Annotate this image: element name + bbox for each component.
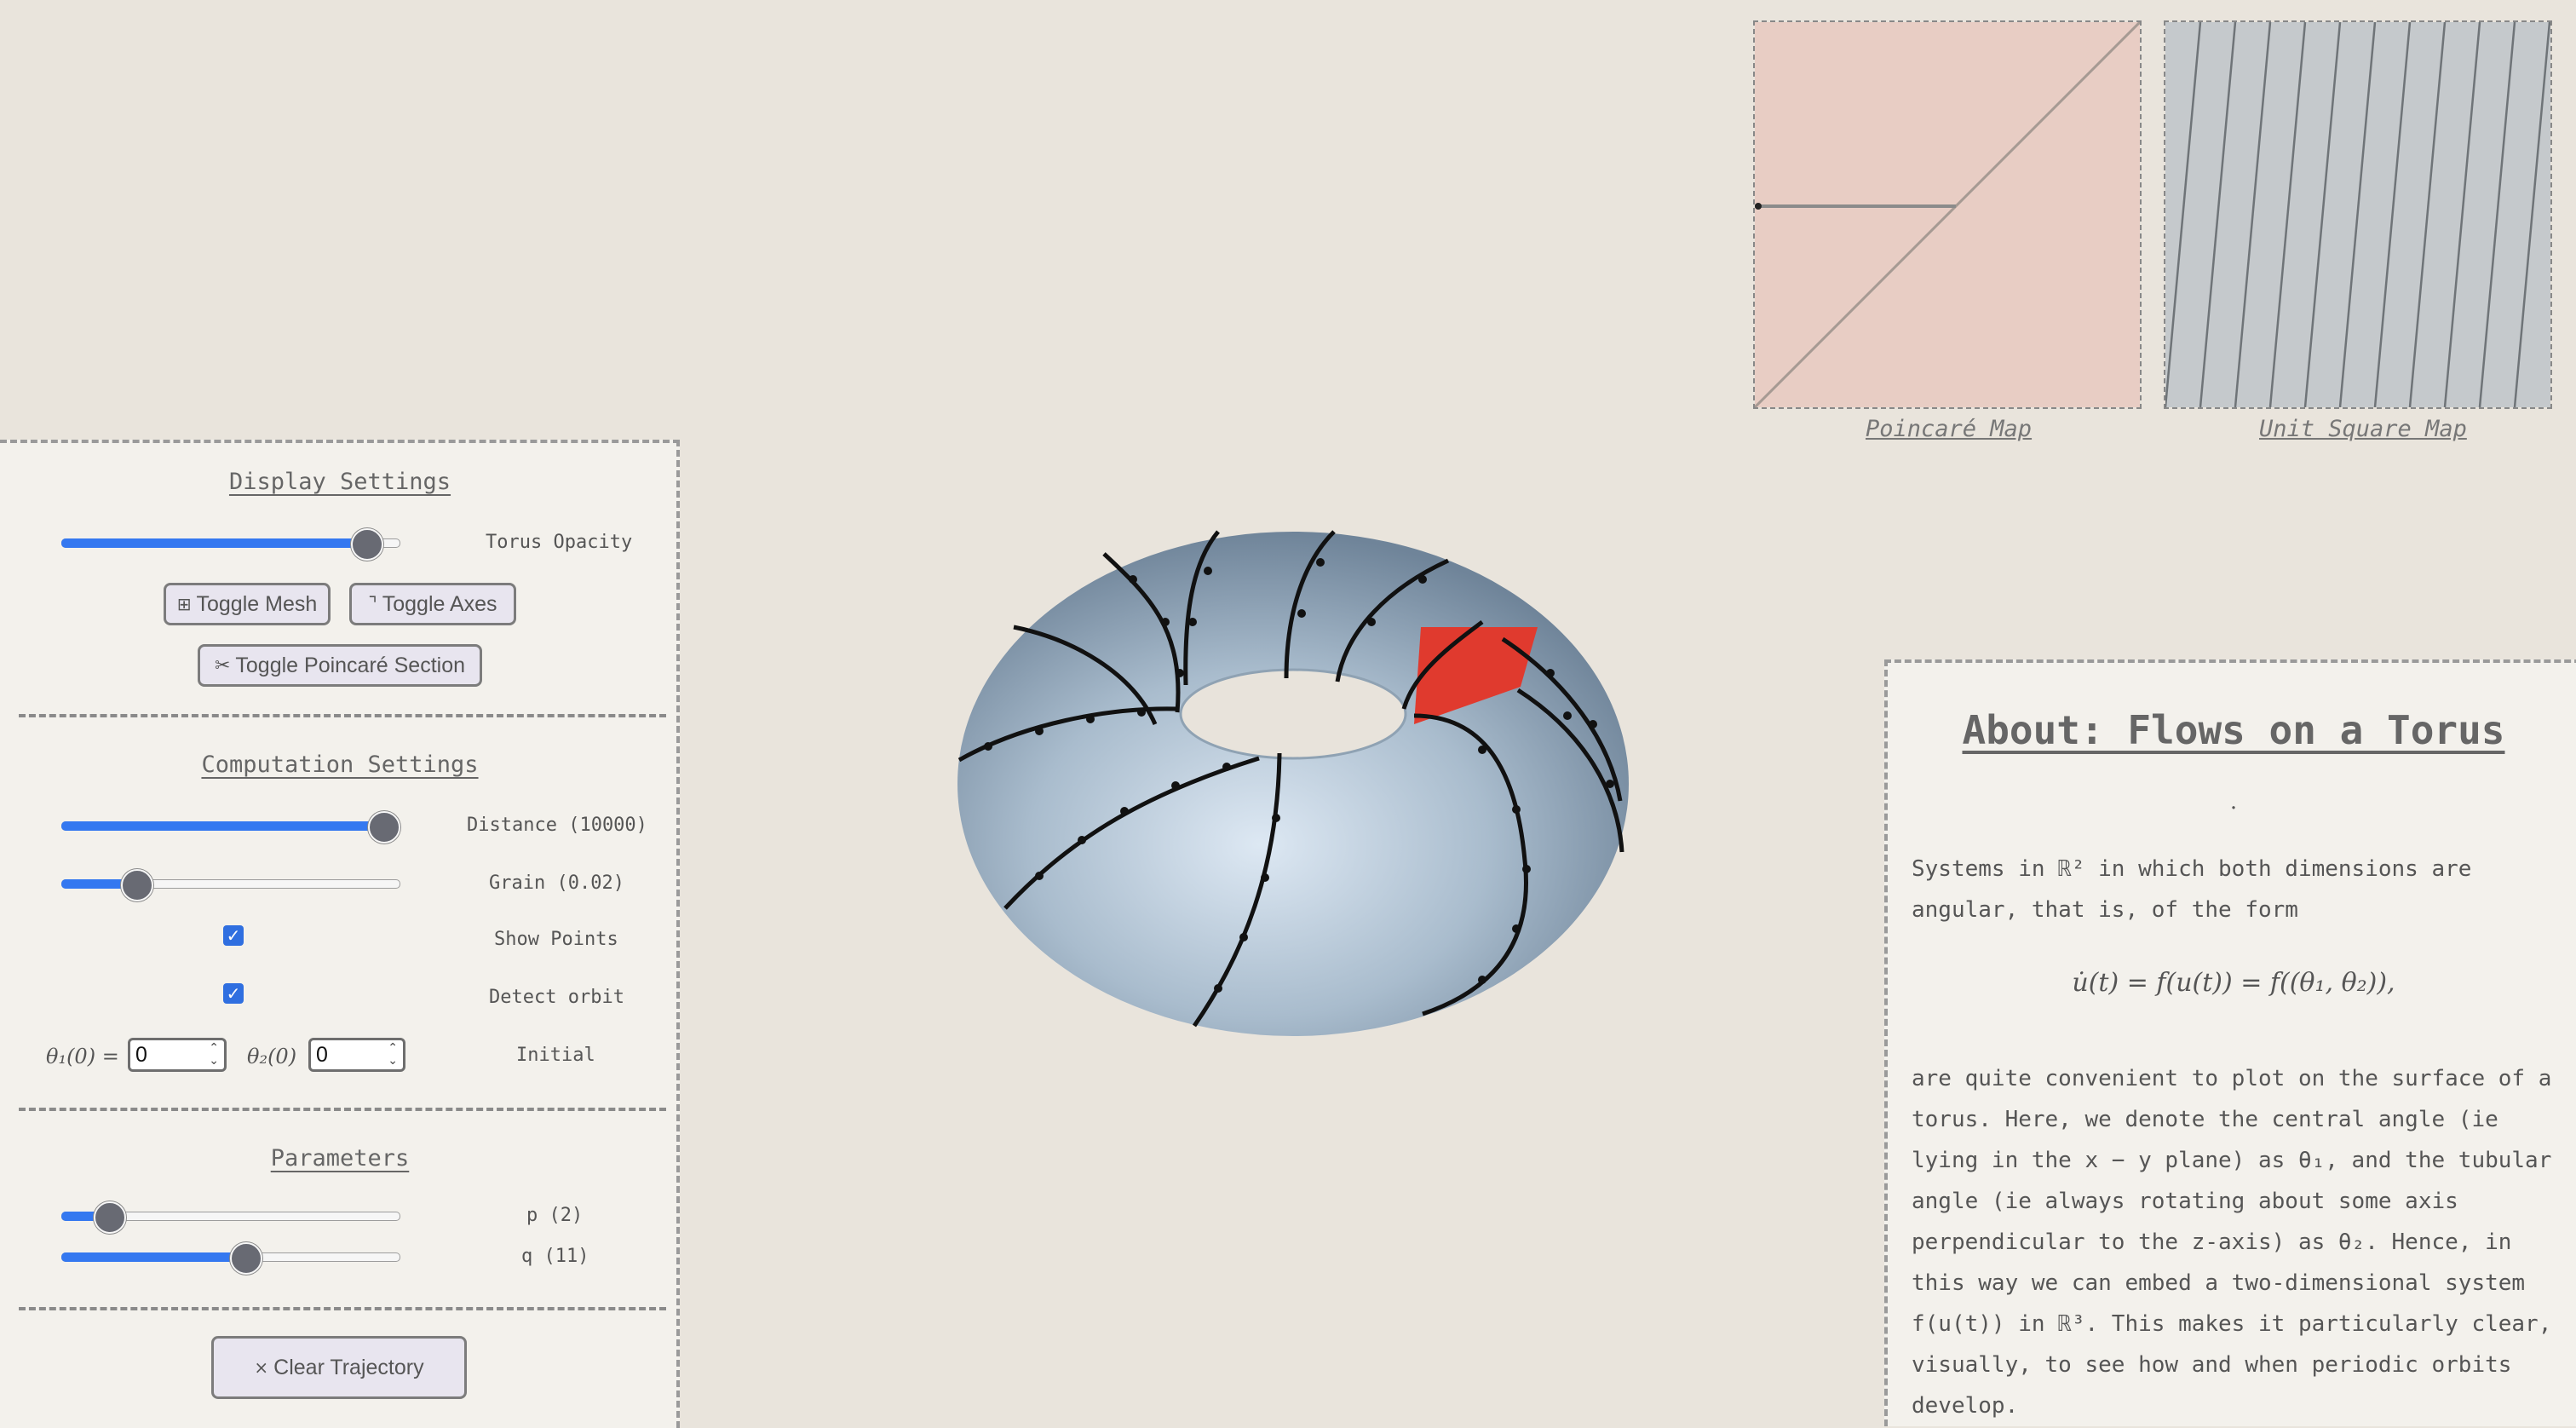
about-panel: About: Flows on a Torus . Systems in ℝ² … [1884, 659, 2576, 1426]
grain-label: Grain (0.02) [489, 872, 624, 894]
computation-settings-title: Computation Settings [201, 751, 479, 778]
control-panel: Display Settings Torus Opacity ⊞ Toggle … [0, 440, 680, 1428]
theta1-label: θ₁(0) = [46, 1045, 119, 1068]
torus-hole [1179, 668, 1407, 760]
distance-label: Distance (10000) [467, 815, 647, 836]
about-paragraph-1: Systems in ℝ² in which both dimensions a… [1912, 856, 2472, 923]
grain-slider[interactable] [61, 869, 400, 901]
poincare-map-caption: Poincaré Map [1866, 416, 2033, 442]
parameters-title: Parameters [270, 1145, 410, 1172]
distance-slider[interactable] [61, 811, 400, 844]
about-paragraph-2: are quite convenient to plot on the surf… [1912, 1066, 2552, 1419]
scissors-icon: ✂ [214, 654, 231, 677]
theta1-stepper-icon[interactable]: ⌃ ⌄ [209, 1042, 219, 1068]
unit-square-map-caption: Unit Square Map [2259, 416, 2467, 442]
theta2-input[interactable]: 0 ⌃ ⌄ [308, 1038, 405, 1072]
show-points-checkbox[interactable]: ✓ [223, 925, 244, 946]
theta1-input[interactable]: 0 ⌃ ⌄ [128, 1038, 227, 1072]
toggle-mesh-button[interactable]: ⊞ Toggle Mesh [164, 583, 331, 625]
about-title: About: Flows on a Torus [1962, 707, 2505, 753]
initial-label: Initial [516, 1045, 595, 1066]
about-dot: . [2229, 789, 2238, 815]
section-divider [19, 1108, 666, 1111]
clear-trajectory-button[interactable]: × Clear Trajectory [211, 1336, 467, 1399]
toggle-poincare-section-button[interactable]: ✂ Toggle Poincaré Section [198, 644, 482, 687]
torus-viewport[interactable] [937, 511, 1653, 1057]
q-slider[interactable] [61, 1242, 400, 1275]
close-icon: × [254, 1357, 269, 1378]
p-slider[interactable] [61, 1201, 400, 1234]
theta2-label: θ₂(0) [247, 1045, 297, 1068]
poincare-map [1753, 20, 2142, 409]
display-settings-title: Display Settings [228, 469, 451, 495]
unit-square-map [2164, 20, 2552, 409]
theta2-stepper-icon[interactable]: ⌃ ⌄ [388, 1042, 398, 1068]
section-divider [19, 714, 666, 717]
detect-orbit-checkbox[interactable]: ✓ [223, 983, 244, 1004]
p-label: p (2) [526, 1205, 584, 1226]
torus-opacity-label: Torus Opacity [486, 532, 633, 553]
axes-icon: ⌝ [368, 593, 377, 615]
about-equation: u̇(t) = f(u(t)) = f((θ₁, θ₂)), [2072, 968, 2395, 998]
section-divider [19, 1307, 666, 1310]
unit-square-plot [2165, 22, 2550, 407]
show-points-label: Show Points [494, 929, 618, 950]
detect-orbit-label: Detect orbit [489, 987, 624, 1008]
q-label: q (11) [521, 1246, 589, 1267]
poincare-plot [1755, 22, 2140, 407]
grid-icon: ⊞ [176, 594, 192, 614]
toggle-axes-button[interactable]: ⌝ Toggle Axes [349, 583, 516, 625]
torus-opacity-slider[interactable] [61, 528, 400, 561]
